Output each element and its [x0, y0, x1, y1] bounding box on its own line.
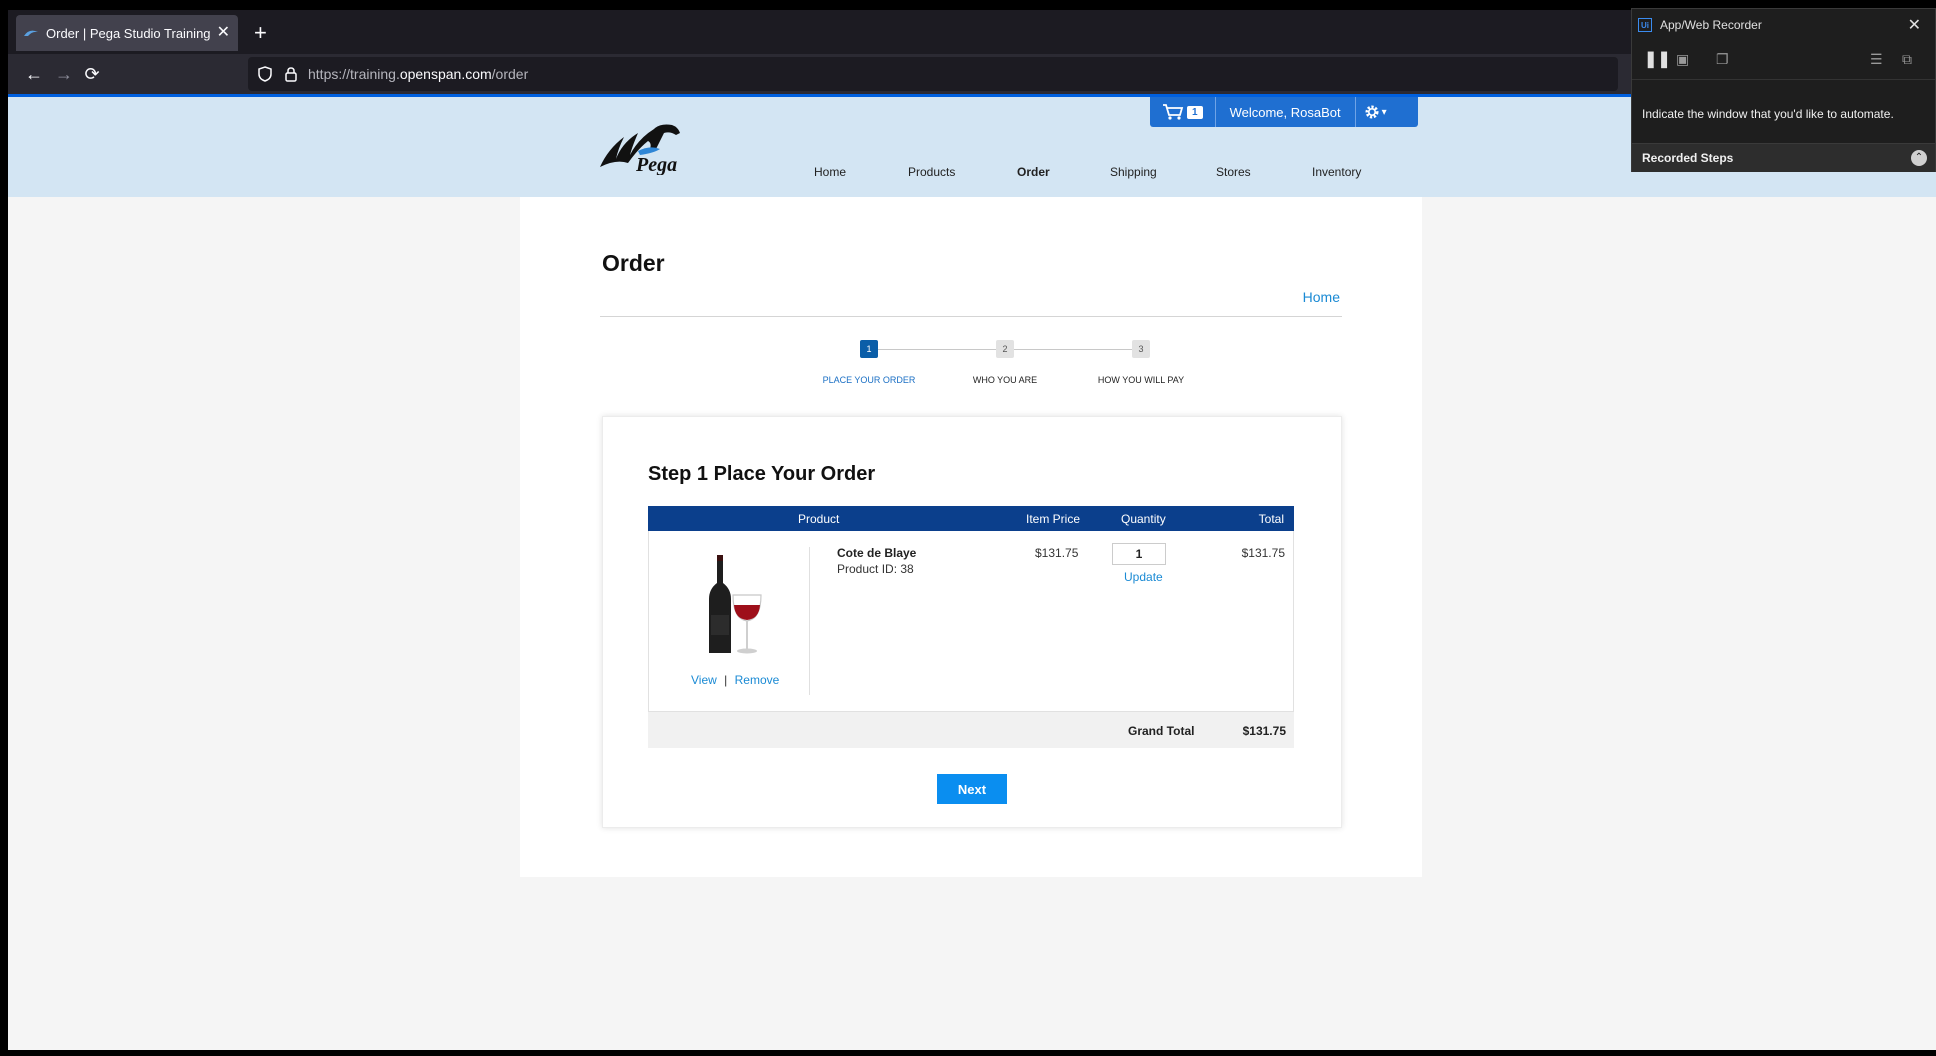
header-product: Product: [798, 512, 840, 526]
grand-total-row: Grand Total $131.75: [648, 712, 1294, 748]
back-arrow-icon[interactable]: ←: [22, 62, 46, 86]
pega-logo[interactable]: Pega: [598, 119, 708, 180]
list-icon[interactable]: ☰: [1870, 51, 1883, 68]
header-total: Total: [1258, 512, 1284, 526]
recorded-steps-section[interactable]: Recorded Steps ⌃: [1632, 143, 1935, 172]
gear-icon: [1365, 105, 1379, 119]
table-row: View | Remove Cote de Blaye Product ID: …: [648, 531, 1294, 712]
lock-icon: [285, 67, 297, 82]
app-web-recorder-panel: Ui App/Web Recorder ✕ ❚❚ ▣ ❐ ☰ ⧉ Indicat…: [1631, 8, 1936, 172]
grand-total-label: Grand Total: [1128, 724, 1195, 738]
nav-products[interactable]: Products: [908, 165, 955, 179]
step-2-indicator[interactable]: 2: [996, 340, 1014, 358]
url-host: openspan.com: [399, 66, 492, 82]
update-link[interactable]: Update: [1124, 570, 1163, 584]
recorder-header: Ui App/Web Recorder ✕: [1632, 9, 1935, 41]
card-title: Step 1 Place Your Order: [648, 463, 876, 485]
order-content: Order Home 1 2 3 PLACE YOUR ORDER WHO YO…: [520, 197, 1422, 877]
wine-bottle-glass-image: [709, 555, 762, 654]
url-prefix: https://training.: [308, 66, 400, 82]
step-1-label: PLACE YOUR ORDER: [822, 375, 916, 385]
url-text: https://training.openspan.com/order: [308, 66, 528, 82]
vertical-divider: [809, 547, 810, 695]
recorder-title: App/Web Recorder: [1660, 18, 1762, 32]
user-toolbar: 1 Welcome, RosaBot ▾: [1150, 97, 1418, 127]
pega-horse-icon: Pega: [600, 124, 680, 176]
item-price: $131.75: [1035, 546, 1079, 560]
step-connector: [878, 349, 996, 350]
pega-favicon-icon: [24, 28, 40, 38]
remove-link[interactable]: Remove: [735, 673, 780, 687]
row-total: $131.75: [1241, 546, 1285, 560]
reload-icon[interactable]: ⟳: [80, 62, 104, 86]
chevron-down-icon: ▾: [1381, 106, 1387, 118]
tab-close-icon[interactable]: ✕: [217, 25, 230, 41]
uipath-logo-icon: Ui: [1638, 18, 1652, 32]
page-title: Order: [602, 250, 665, 276]
recorder-message: Indicate the window that you'd like to a…: [1642, 107, 1894, 121]
settings-menu[interactable]: ▾: [1356, 104, 1395, 120]
welcome-text: Welcome, RosaBot: [1216, 97, 1356, 127]
recorded-steps-label: Recorded Steps: [1642, 151, 1734, 165]
shield-icon: [258, 66, 272, 82]
nav-inventory[interactable]: Inventory: [1312, 165, 1361, 179]
product-actions: View | Remove: [691, 673, 779, 687]
breadcrumb-home-link[interactable]: Home: [1303, 289, 1340, 305]
shopping-cart-icon: [1163, 104, 1184, 120]
new-tab-icon[interactable]: +: [254, 22, 267, 44]
step-1-indicator[interactable]: 1: [860, 340, 878, 358]
quantity-input[interactable]: [1112, 543, 1166, 565]
table-header: Product Item Price Quantity Total: [648, 506, 1294, 531]
browser-tab[interactable]: Order | Pega Studio Training We ✕: [16, 15, 238, 51]
header-item-price: Item Price: [1026, 512, 1081, 526]
browser-window: Order | Pega Studio Training We ✕ + ← → …: [0, 0, 1936, 1056]
url-bar[interactable]: https://training.openspan.com/order: [248, 57, 1618, 91]
order-card: Step 1 Place Your Order Product Item Pri…: [602, 416, 1342, 828]
step-connector: [1014, 349, 1132, 350]
cart-count-badge: 1: [1187, 105, 1203, 119]
nav-shipping[interactable]: Shipping: [1110, 165, 1157, 179]
tab-title: Order | Pega Studio Training We: [46, 25, 211, 41]
divider: [600, 316, 1342, 317]
product-id: Product ID: 38: [837, 562, 914, 576]
cart-button[interactable]: 1: [1150, 97, 1216, 127]
window-icon[interactable]: ⧉: [1902, 51, 1912, 68]
url-path: /order: [491, 66, 529, 82]
copy-icon[interactable]: ❐: [1716, 51, 1729, 68]
nav-stores[interactable]: Stores: [1216, 165, 1251, 179]
chevron-up-icon[interactable]: ⌃: [1911, 150, 1927, 166]
logo-text: Pega: [635, 154, 677, 175]
action-separator: |: [724, 673, 728, 687]
step-3-label: HOW YOU WILL PAY: [1097, 375, 1185, 385]
header-quantity: Quantity: [1121, 512, 1166, 526]
forward-arrow-icon[interactable]: →: [52, 62, 76, 86]
next-button[interactable]: Next: [937, 774, 1007, 804]
pause-icon[interactable]: ❚❚: [1644, 49, 1671, 69]
nav-home[interactable]: Home: [814, 165, 846, 179]
grand-total-value: $131.75: [1242, 724, 1286, 738]
recorder-toolbar: ❚❚ ▣ ❐ ☰ ⧉: [1632, 41, 1935, 80]
step-2-label: WHO YOU ARE: [972, 375, 1038, 385]
step-3-indicator[interactable]: 3: [1132, 340, 1150, 358]
product-name: Cote de Blaye: [837, 546, 917, 560]
product-image[interactable]: [707, 553, 763, 662]
save-icon[interactable]: ▣: [1676, 51, 1689, 68]
nav-order[interactable]: Order: [1017, 165, 1050, 179]
close-icon[interactable]: ✕: [1908, 15, 1921, 35]
view-link[interactable]: View: [691, 673, 717, 687]
web-page: Pega 1 Welcome, RosaBot ▾ Home Products …: [8, 97, 1936, 1050]
